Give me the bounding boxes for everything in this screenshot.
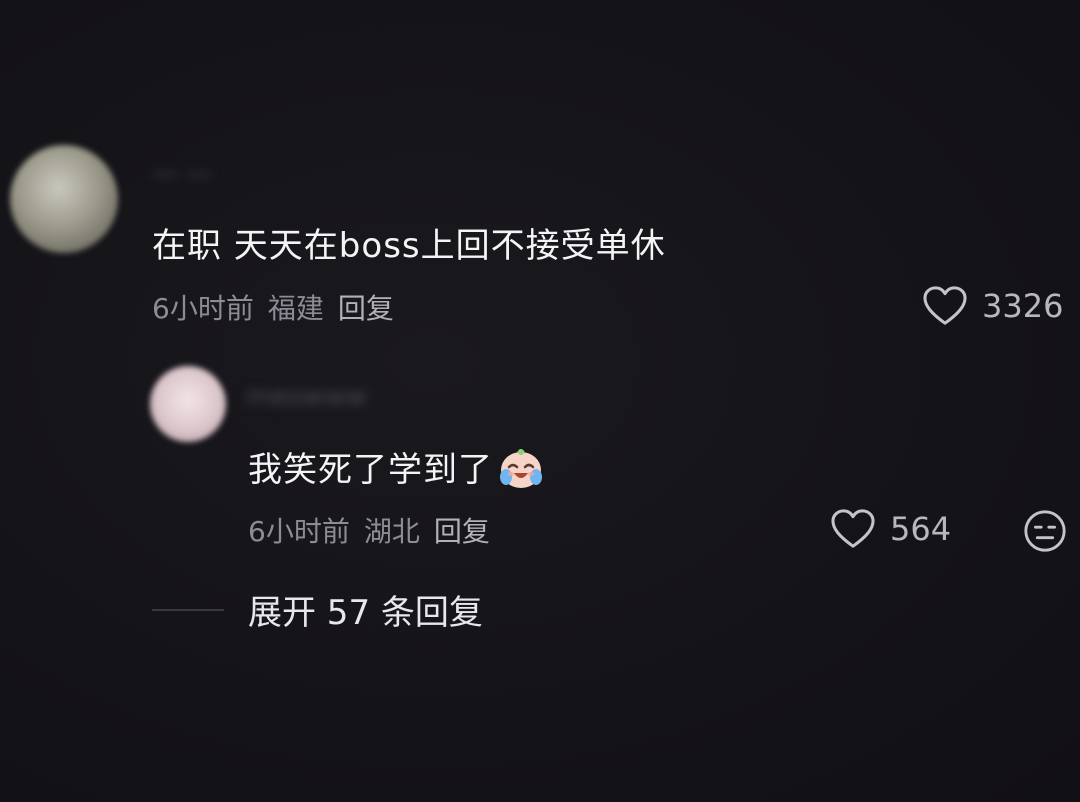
expand-replies-label: 展开 57 条回复 <box>248 593 483 633</box>
comment-time: 6小时前 <box>248 515 350 548</box>
heart-icon <box>831 509 875 548</box>
heart-icon <box>923 286 967 325</box>
comment-meta: 6小时前 湖北 回复 <box>248 510 490 550</box>
divider <box>152 608 224 611</box>
comment-location: 福建 <box>267 292 324 325</box>
like-count: 3326 <box>982 287 1064 325</box>
like-button[interactable]: 3326 <box>922 285 1063 327</box>
reply-button[interactable]: 回复 <box>434 510 490 550</box>
expressionless-face-icon[interactable] <box>1022 508 1068 554</box>
reply-button[interactable]: 回复 <box>338 287 394 327</box>
comment-screen: 一 一 在职 天天在boss上回不接受单休 6小时前 福建 回复 3326 me… <box>0 0 1080 802</box>
comment-time: 6小时前 <box>152 292 254 325</box>
comment-text: 在职 天天在boss上回不接受单休 <box>152 226 666 266</box>
comment-meta: 6小时前 福建 回复 <box>152 287 394 327</box>
comment-text-content: 我笑死了学到了 <box>248 450 493 490</box>
username[interactable]: 一 一 <box>152 156 212 193</box>
avatar[interactable] <box>150 366 226 442</box>
comment-location: 湖北 <box>363 515 420 548</box>
expand-replies-button[interactable]: 展开 57 条回复 <box>152 585 483 634</box>
username[interactable]: meowww <box>246 382 367 412</box>
comment-text: 我笑死了学到了 <box>248 442 545 491</box>
like-count: 564 <box>890 510 952 548</box>
crying-laughing-emoji-icon <box>500 448 542 488</box>
like-button[interactable]: 564 <box>830 508 951 550</box>
avatar[interactable] <box>10 145 118 253</box>
